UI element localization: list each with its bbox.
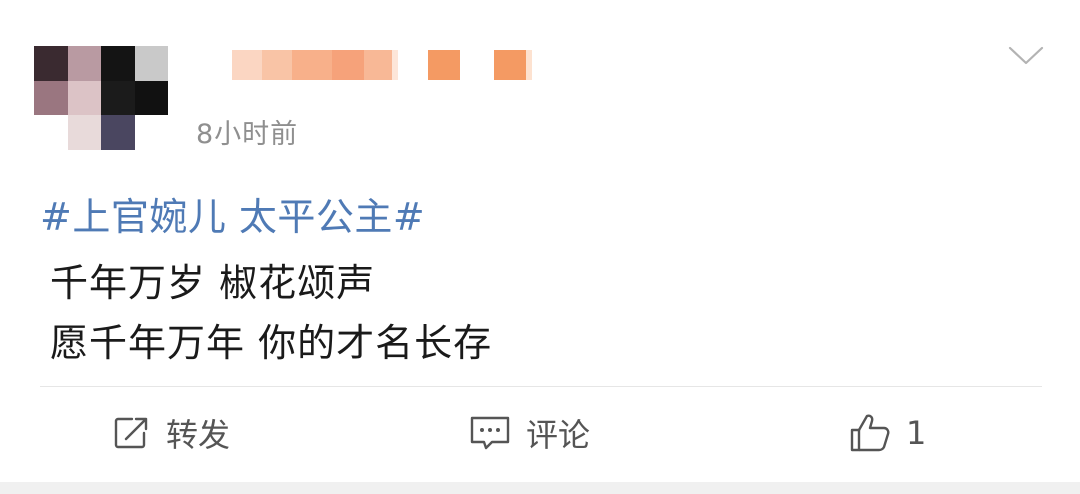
comment-button[interactable]: 评论	[468, 410, 590, 456]
divider	[40, 386, 1042, 387]
repost-icon	[114, 417, 148, 449]
like-button[interactable]: 1	[848, 410, 926, 456]
comment-label: 评论	[526, 416, 591, 454]
post-content-line: 千年万岁 椒花颂声	[50, 261, 376, 305]
feed-separator	[0, 482, 1080, 494]
weibo-post-card: 8小时前 #上官婉儿 太平公主# 千年万岁 椒花颂声 愿千年万年 你的才名长存 …	[0, 0, 1080, 482]
repost-button[interactable]: 转发	[112, 410, 230, 456]
hashtag-link[interactable]: #上官婉儿 太平公主#	[40, 186, 425, 241]
like-count: 1	[906, 414, 927, 452]
thumbs-up-icon	[850, 414, 890, 452]
avatar[interactable]	[34, 46, 168, 150]
post-timestamp: 8小时前	[196, 119, 299, 150]
post-content-line: 愿千年万年 你的才名长存	[50, 321, 493, 365]
username-blurred[interactable]	[232, 46, 532, 84]
chevron-down-icon[interactable]	[1006, 44, 1046, 68]
comment-icon	[470, 416, 510, 450]
repost-label: 转发	[166, 416, 231, 454]
